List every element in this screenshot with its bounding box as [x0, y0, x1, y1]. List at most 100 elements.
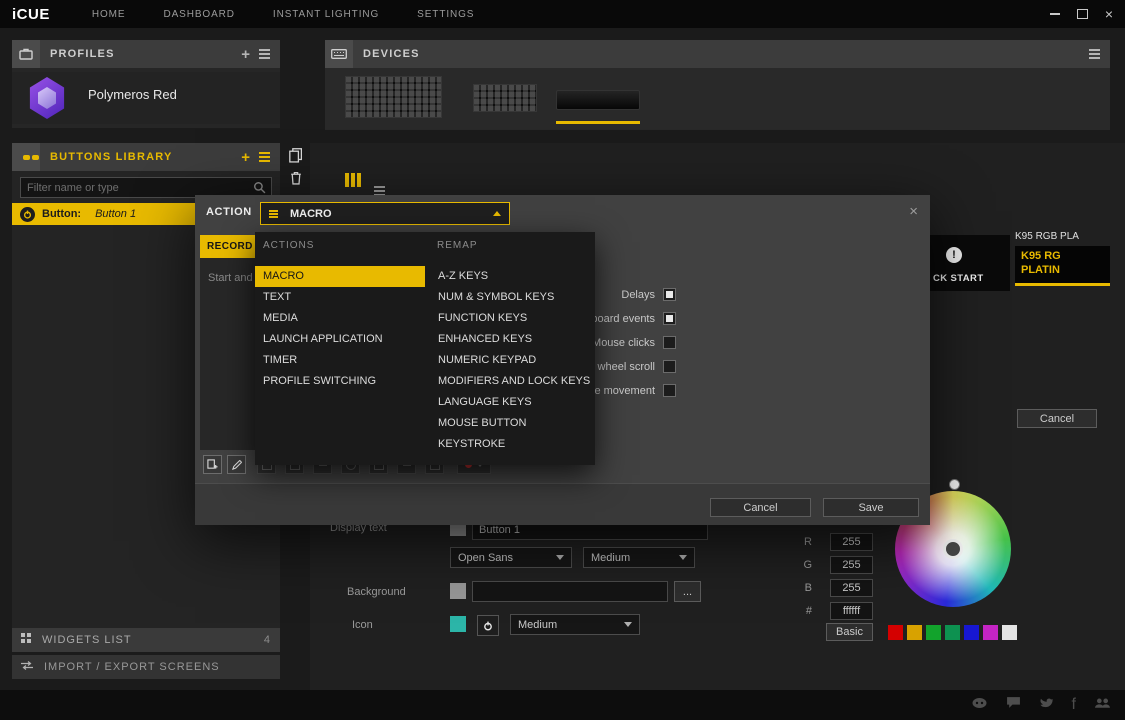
add-profile-button[interactable]: +: [241, 47, 250, 62]
facebook-icon[interactable]: f: [1072, 696, 1076, 714]
font-family-select[interactable]: Open Sans: [450, 547, 572, 568]
option-delays-checkbox[interactable]: [663, 288, 676, 301]
buttons-library-menu-icon[interactable]: [259, 156, 270, 158]
quick-start-label: CK START: [933, 273, 984, 284]
menu-item-mouse-button[interactable]: MOUSE BUTTON: [430, 413, 595, 434]
sequence-placeholder: Start and: [208, 272, 253, 284]
nav-instant-lighting[interactable]: INSTANT LIGHTING: [273, 9, 379, 20]
icon-picker-button[interactable]: [477, 615, 499, 636]
color-wheel-selector[interactable]: [943, 539, 963, 559]
option-wheel-scroll-checkbox[interactable]: [663, 360, 676, 373]
widgets-count: 4: [264, 634, 270, 646]
basic-colors-button[interactable]: Basic: [826, 623, 873, 641]
edit-action-button[interactable]: [227, 455, 246, 474]
menu-item-num-symbol-keys[interactable]: NUM & SYMBOL KEYS: [430, 287, 595, 308]
twitter-icon[interactable]: [1039, 696, 1054, 714]
add-action-button[interactable]: [203, 455, 222, 474]
device-thumb-keyboard-1[interactable]: [345, 76, 442, 118]
main-nav: HOME DASHBOARD INSTANT LIGHTING SETTINGS: [92, 9, 475, 20]
menu-item-timer[interactable]: TIMER: [255, 350, 425, 371]
modal-close-icon[interactable]: ×: [909, 203, 918, 220]
preset-swatch[interactable]: [888, 625, 903, 640]
widgets-list-bar[interactable]: WIDGETS LIST 4: [12, 628, 280, 652]
background-browse-button[interactable]: ...: [674, 581, 701, 602]
profiles-title: PROFILES: [50, 48, 241, 60]
action-type-value: MACRO: [290, 208, 493, 220]
menu-icon: [269, 213, 278, 215]
maximize-icon[interactable]: [1077, 9, 1088, 19]
menu-item-media[interactable]: MEDIA: [255, 308, 425, 329]
profile-item[interactable]: Polymeros Red: [12, 72, 280, 124]
preset-swatch[interactable]: [983, 625, 998, 640]
action-type-select[interactable]: MACRO: [260, 202, 510, 225]
menu-item-language-keys[interactable]: LANGUAGE KEYS: [430, 392, 595, 413]
hex-input[interactable]: [830, 602, 873, 620]
background-input[interactable]: [472, 581, 668, 602]
menu-item-macro[interactable]: MACRO: [255, 266, 425, 287]
nav-dashboard[interactable]: DASHBOARD: [163, 9, 234, 20]
chat-icon[interactable]: [1006, 696, 1021, 714]
profiles-icon: [12, 40, 40, 68]
menu-item-enhanced-keys[interactable]: ENHANCED KEYS: [430, 329, 595, 350]
minimize-icon[interactable]: [1050, 13, 1060, 15]
modal-cancel-button[interactable]: Cancel: [710, 498, 811, 517]
menu-item-launch-application[interactable]: LAUNCH APPLICATION: [255, 329, 425, 350]
buttons-library-title: BUTTONS LIBRARY: [50, 151, 241, 163]
close-icon[interactable]: ×: [1105, 7, 1113, 21]
option-keyboard-events-checkbox[interactable]: [663, 312, 676, 325]
button-item-name: Button 1: [95, 208, 136, 220]
menu-item-az-keys[interactable]: A-Z KEYS: [430, 266, 595, 287]
devices-sort-icon[interactable]: [1089, 53, 1100, 55]
button-item-type: Button:: [42, 208, 81, 220]
nav-home[interactable]: HOME: [92, 9, 126, 20]
window-controls: ×: [1050, 0, 1113, 28]
menu-item-function-keys[interactable]: FUNCTION KEYS: [430, 308, 595, 329]
menu-item-text[interactable]: TEXT: [255, 287, 425, 308]
menu-item-numeric-keypad[interactable]: NUMERIC KEYPAD: [430, 350, 595, 371]
quick-start-card[interactable]: ! CK START: [920, 235, 1010, 291]
modal-save-button[interactable]: Save: [823, 498, 919, 517]
r-input[interactable]: [830, 533, 873, 551]
g-input[interactable]: [830, 556, 873, 574]
icon-size-select[interactable]: Medium: [510, 614, 640, 635]
option-mouse-movement-checkbox[interactable]: [663, 384, 676, 397]
device-thumb-selected[interactable]: [556, 90, 640, 110]
menu-item-keystroke[interactable]: KEYSTROKE: [430, 434, 595, 455]
font-size-select[interactable]: Medium: [583, 547, 695, 568]
add-button-button[interactable]: +: [241, 150, 250, 165]
icon-size-value: Medium: [518, 619, 557, 631]
option-mouse-clicks-checkbox[interactable]: [663, 336, 676, 349]
chevron-down-icon: [624, 622, 632, 627]
nav-settings[interactable]: SETTINGS: [417, 9, 474, 20]
device-thumb-keyboard-2[interactable]: [473, 84, 537, 112]
trash-icon[interactable]: [290, 171, 302, 190]
discord-icon[interactable]: [971, 696, 988, 714]
duplicate-icon[interactable]: [289, 148, 302, 168]
preset-swatch[interactable]: [964, 625, 979, 640]
preset-swatch[interactable]: [1002, 625, 1017, 640]
preset-swatch[interactable]: [926, 625, 941, 640]
profiles-menu-icon[interactable]: [259, 53, 270, 55]
devices-header: DEVICES: [325, 40, 1110, 68]
menu-item-profile-switching[interactable]: PROFILE SWITCHING: [255, 371, 425, 392]
icon-label: Icon: [352, 619, 373, 631]
status-bar: f: [0, 690, 1125, 720]
import-export-bar[interactable]: IMPORT / EXPORT SCREENS: [12, 655, 280, 679]
preset-swatch[interactable]: [907, 625, 922, 640]
background-color-swatch[interactable]: [450, 583, 466, 599]
record-sequence-tab[interactable]: RECORD SE: [200, 235, 258, 258]
b-input[interactable]: [830, 579, 873, 597]
buttons-library-icon: [12, 143, 40, 171]
grid-view-icon[interactable]: [345, 173, 349, 192]
icon-color-swatch[interactable]: [450, 616, 466, 632]
devices-icon: [325, 40, 353, 68]
community-icon[interactable]: [1094, 696, 1111, 714]
menu-item-modifiers-lock-keys[interactable]: MODIFIERS AND LOCK KEYS: [430, 371, 595, 392]
color-wheel-handle[interactable]: [949, 479, 960, 490]
power-icon: [20, 207, 35, 222]
editor-cancel-button[interactable]: Cancel: [1017, 409, 1097, 428]
profiles-header: PROFILES +: [12, 40, 280, 68]
preset-swatch[interactable]: [945, 625, 960, 640]
buttons-library-header: BUTTONS LIBRARY +: [12, 143, 280, 171]
chevron-down-icon: [679, 555, 687, 560]
